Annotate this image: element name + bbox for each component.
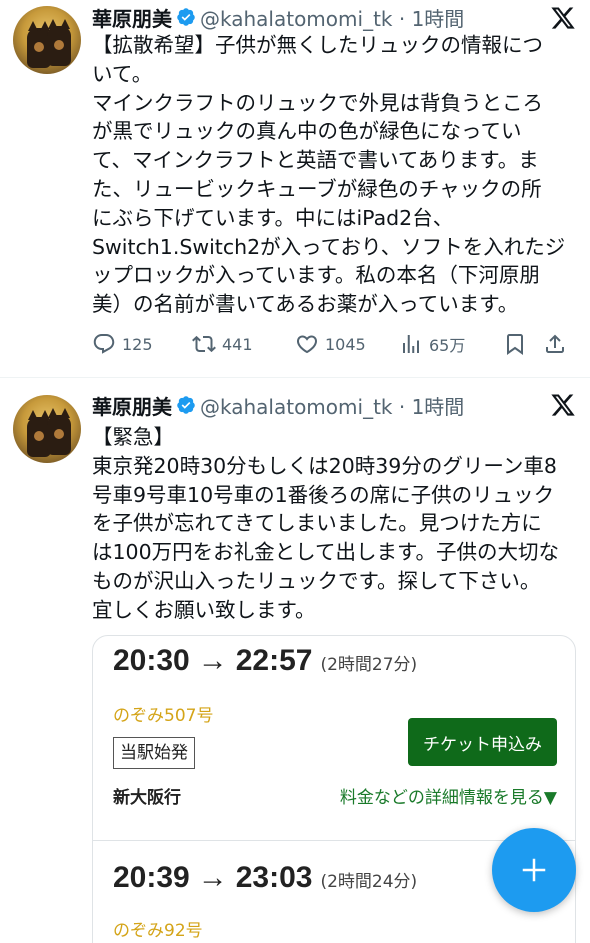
tweet-text-line: た、リュービックキューブが緑色のチャックの所 — [92, 176, 542, 201]
tweet-1[interactable]: 華原朋美 @kahalatomomi_tk · 1時間 【拡散希望】子供が無くし… — [0, 0, 590, 378]
author-handle-time[interactable]: @kahalatomomi_tk · 1時間 — [200, 3, 464, 32]
verified-badge-icon — [177, 396, 195, 414]
bookmark-button[interactable] — [503, 332, 543, 356]
tweet-text-line: マインクラフトのリュックで外見は背負うところ — [92, 90, 543, 115]
repost-button[interactable]: 441 — [192, 332, 295, 356]
repost-icon — [192, 335, 216, 353]
tweet-text-line: Switch1.Switch2が入っており、ソフトを入れたジ — [92, 234, 566, 259]
views-bar-chart-icon — [403, 335, 419, 353]
train-time-row: 20:39 → 23:03 (2時間24分) — [113, 861, 417, 905]
bookmark-icon — [507, 334, 523, 355]
tweet-text-line: ップロックが入っています。私の本名（下河原朋 — [92, 263, 540, 288]
heart-icon — [296, 335, 318, 354]
arrival-time: 23:03 — [235, 861, 313, 894]
like-button[interactable]: 1045 — [295, 332, 399, 356]
tweet-text-line: ものが沢山入ったリュックです。探して下さい。 — [92, 568, 541, 593]
tweet-text-line: を子供が忘れてきてしまいました。見つけた方に — [92, 511, 542, 536]
tweet-text-line: 宜しくお願い致します。 — [92, 597, 316, 622]
train-time-row: 20:30 → 22:57 (2時間27分) — [113, 644, 417, 688]
compose-button[interactable] — [492, 828, 576, 912]
tweet-text-line: が黒でリュックの真ん中の色が緑色になってい — [92, 119, 522, 144]
avatar[interactable] — [13, 395, 81, 463]
tweet-text: 【緊急】 東京発20時30分もしくは20時39分のグリーン車8 号車9号車10号… — [92, 423, 570, 625]
reply-icon — [93, 334, 115, 354]
train-name: のぞみ507号 — [113, 706, 214, 726]
reply-button[interactable]: 125 — [92, 332, 192, 356]
share-icon — [546, 334, 564, 353]
origin-station-badge: 当駅始発 — [113, 737, 195, 769]
author-name[interactable]: 華原朋美 — [92, 391, 172, 420]
tweet-text-line: にぶら下げています。中にはiPad2台、 — [92, 205, 454, 230]
departure-time: 20:39 — [113, 861, 190, 894]
plus-icon — [522, 858, 546, 882]
tweet-text-line: て、マインクラフトと英語で書いてあります。ま — [92, 148, 539, 173]
tweet-text-line: いて。 — [92, 61, 153, 86]
verified-badge-icon — [177, 8, 195, 26]
tweet-text: 【拡散希望】子供が無くしたリュックの情報につ いて。 マインクラフトのリュックで… — [92, 31, 570, 319]
tweet-text-line: 【拡散希望】子供が無くしたリュックの情報につ — [92, 33, 543, 57]
tweet-actions: 125 441 1045 65万 — [92, 329, 578, 359]
avatar[interactable] — [13, 6, 81, 74]
destination: 新大阪行 — [113, 788, 181, 808]
travel-duration: (2時間27分) — [320, 655, 418, 675]
author-name[interactable]: 華原朋美 — [92, 3, 172, 32]
travel-duration: (2時間24分) — [320, 872, 418, 892]
tweet-text-line: 【緊急】 — [92, 425, 174, 449]
x-logo-icon — [551, 394, 575, 416]
arrow-icon: → — [197, 861, 228, 894]
tweet-header: 華原朋美 @kahalatomomi_tk · 1時間 — [92, 2, 464, 32]
x-logo-icon — [551, 7, 575, 29]
views-button[interactable]: 65万 — [399, 332, 503, 356]
author-handle-time[interactable]: @kahalatomomi_tk · 1時間 — [200, 391, 464, 420]
views-count: 65万 — [429, 336, 466, 355]
reply-count: 125 — [122, 334, 153, 354]
departure-time: 20:30 — [113, 644, 190, 677]
tweet-text-line: 美）の名前が書いてあるお薬が入っています。 — [92, 292, 519, 317]
tweet-text-line: 号車9号車10号車の1番後ろの席に子供のリュック — [92, 482, 555, 507]
arrival-time: 22:57 — [235, 644, 313, 677]
details-link[interactable]: 料金などの詳細情報を見る▼ — [340, 783, 557, 808]
tweet-header: 華原朋美 @kahalatomomi_tk · 1時間 — [92, 390, 464, 420]
share-button[interactable] — [543, 332, 573, 356]
repost-count: 441 — [222, 334, 253, 354]
train-name: のぞみ92号 — [113, 921, 203, 941]
tweet-text-line: 東京発20時30分もしくは20時39分のグリーン車8 — [92, 453, 557, 478]
tweet-text-line: は100万円をお礼金として出します。子供の大切な — [92, 540, 559, 565]
like-count: 1045 — [325, 334, 366, 354]
ticket-apply-button[interactable]: チケット申込み — [408, 718, 557, 766]
arrow-icon: → — [197, 644, 228, 677]
